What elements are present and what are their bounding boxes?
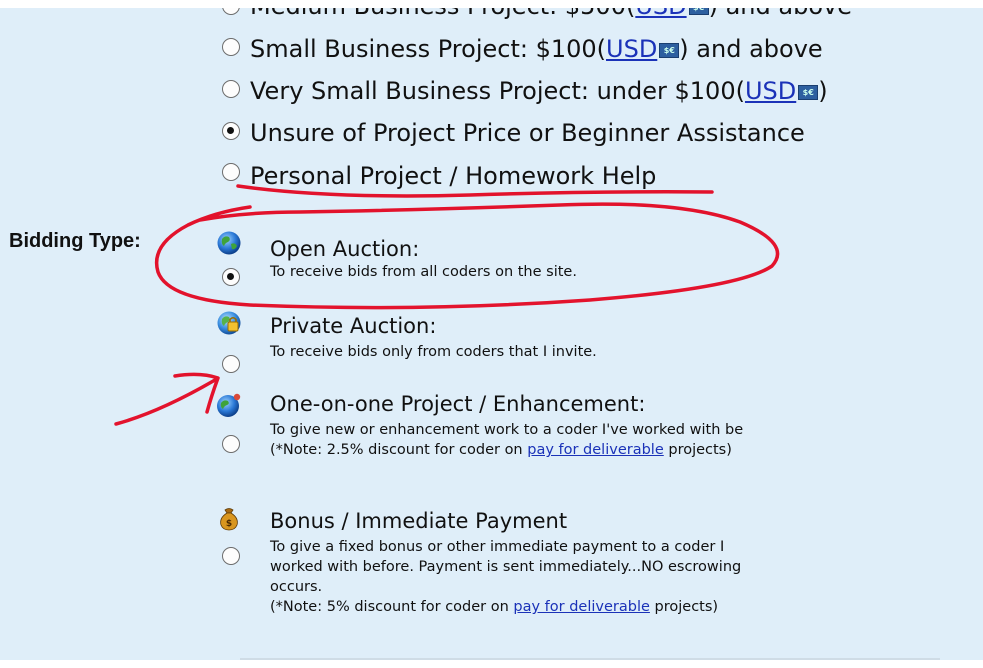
radio-medium[interactable] [222, 8, 240, 15]
usd-link[interactable]: USD [635, 8, 686, 20]
currency-converter-icon[interactable]: $€ [798, 85, 819, 100]
currency-converter-icon[interactable]: $€ [688, 8, 709, 15]
radio-private-auction[interactable] [222, 355, 240, 373]
globe-person-icon [217, 393, 241, 417]
bonus-note: (*Note: 5% discount for coder on pay for… [270, 599, 719, 615]
svg-text:$: $ [226, 519, 232, 529]
private-auction-title: Private Auction: [270, 314, 437, 338]
globe-icon [217, 231, 241, 255]
radio-open-auction[interactable] [222, 268, 240, 286]
bonus-desc-line1: To give a fixed bonus or other immediate… [270, 539, 725, 555]
bonus-desc-line2: worked with before. Payment is sent imme… [270, 559, 742, 575]
form-panel: Medium Business Project: $500(USD$€) and… [0, 8, 983, 660]
private-auction-desc: To receive bids only from coders that I … [270, 344, 597, 360]
usd-link[interactable]: USD [745, 77, 796, 105]
open-auction-title: Open Auction: [270, 237, 420, 261]
locked-globe-icon [217, 311, 241, 335]
project-type-medium[interactable]: Medium Business Project: $500(USD$€) and… [222, 8, 852, 19]
pay-for-deliverable-link[interactable]: pay for deliverable [527, 442, 664, 458]
pay-for-deliverable-link[interactable]: pay for deliverable [513, 599, 650, 615]
usd-link[interactable]: USD [606, 35, 657, 63]
project-type-unsure[interactable]: Unsure of Project Price or Beginner Assi… [222, 120, 805, 146]
bidding-type-label: Bidding Type: [9, 230, 141, 252]
next-row-fragment [240, 658, 940, 660]
radio-personal[interactable] [222, 163, 240, 181]
radio-one-on-one[interactable] [222, 435, 240, 453]
open-auction-desc: To receive bids from all coders on the s… [270, 264, 577, 280]
screenshot-canvas: Medium Business Project: $500(USD$€) and… [0, 0, 983, 668]
currency-converter-icon[interactable]: $€ [659, 43, 680, 58]
bonus-desc-line3: occurs. [270, 579, 323, 595]
one-on-one-desc: To give new or enhancement work to a cod… [270, 422, 744, 438]
radio-small[interactable] [222, 38, 240, 56]
project-type-personal[interactable]: Personal Project / Homework Help [222, 163, 656, 189]
one-on-one-title: One-on-one Project / Enhancement: [270, 392, 646, 416]
bonus-title: Bonus / Immediate Payment [270, 509, 568, 533]
one-on-one-note: (*Note: 2.5% discount for coder on pay f… [270, 442, 732, 458]
radio-very-small[interactable] [222, 80, 240, 98]
money-bag-icon: $ [220, 508, 238, 531]
project-type-small[interactable]: Small Business Project: $100(USD $€) and … [222, 36, 823, 62]
radio-unsure[interactable] [222, 122, 240, 140]
radio-bonus[interactable] [222, 547, 240, 565]
project-type-very-small[interactable]: Very Small Business Project: under $100(… [222, 78, 828, 104]
